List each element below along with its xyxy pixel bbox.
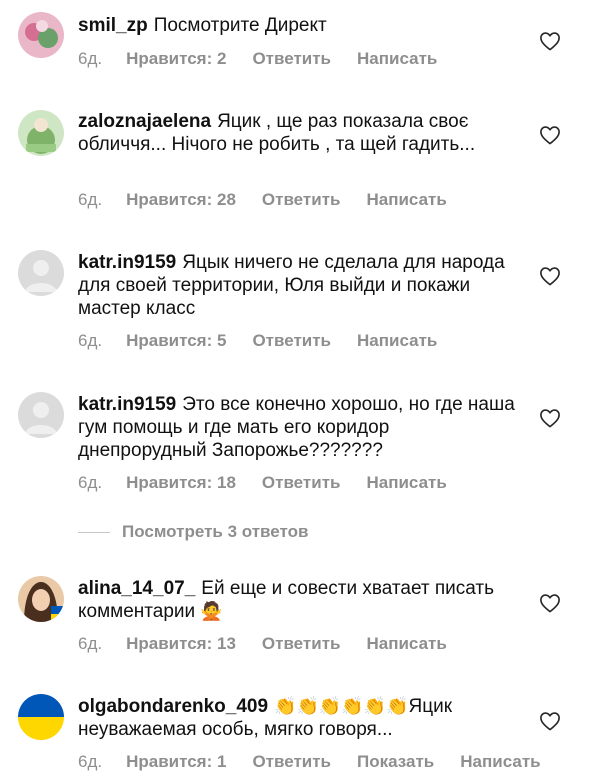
likes-count[interactable]: Нравится: 5	[126, 331, 226, 351]
avatar[interactable]	[18, 576, 64, 622]
comment-username[interactable]: katr.in9159	[78, 252, 176, 273]
like-heart-icon[interactable]	[539, 266, 561, 286]
comment-text: Посмотрите Директ	[153, 15, 327, 36]
message-button[interactable]: Написать	[366, 634, 446, 654]
comment-meta: 6д. Нравится: 1 Ответить Показать Написа…	[78, 752, 567, 772]
comment-age: 6д.	[78, 49, 103, 68]
reply-button[interactable]: Ответить	[252, 49, 331, 69]
message-button[interactable]: Написать	[366, 190, 446, 210]
view-replies-label: Посмотреть 3 ответов	[122, 522, 309, 541]
comment-body: katr.in9159 Яцык ничего не сделала для на…	[78, 251, 518, 320]
comment-meta: 6д. Нравится: 13 Ответить Написать	[78, 634, 473, 654]
comment-meta: 6д. Нравится: 2 Ответить Написать	[78, 49, 463, 69]
comment-meta: 6д. Нравится: 18 Ответить Написать	[78, 473, 473, 493]
comment-age: 6д.	[78, 752, 103, 771]
like-heart-icon[interactable]	[539, 31, 561, 51]
avatar[interactable]	[18, 110, 64, 156]
comment-age: 6д.	[78, 331, 103, 350]
avatar[interactable]	[18, 392, 64, 438]
comment-body: katr.in9159 Это все конечно хорошо, но гд…	[78, 393, 518, 462]
reply-button[interactable]: Ответить	[262, 634, 341, 654]
comment-age: 6д.	[78, 190, 103, 209]
comment-body: alina_14_07_ Ей еще и совести хватает пис…	[78, 577, 518, 623]
like-heart-icon[interactable]	[539, 125, 561, 145]
comment-meta: 6д. Нравится: 28 Ответить Написать	[78, 190, 473, 210]
reply-button[interactable]: Ответить	[262, 190, 341, 210]
replies-divider	[78, 531, 110, 533]
likes-count[interactable]: Нравится: 28	[126, 190, 236, 210]
show-button[interactable]: Показать	[357, 752, 434, 772]
likes-count[interactable]: Нравится: 2	[126, 49, 226, 69]
message-button[interactable]: Написать	[366, 473, 446, 493]
comment-username[interactable]: smil_zp	[78, 15, 148, 36]
like-heart-icon[interactable]	[539, 408, 561, 428]
avatar[interactable]	[18, 694, 64, 740]
comment-meta: 6д. Нравится: 5 Ответить Написать	[78, 331, 463, 351]
message-button[interactable]: Написать	[357, 49, 437, 69]
comment-age: 6д.	[78, 634, 103, 653]
comment-body: smil_zp Посмотрите Директ	[78, 14, 518, 37]
avatar[interactable]	[18, 250, 64, 296]
comments-feed: smil_zp Посмотрите Директ 6д. Нравится: 2…	[0, 0, 591, 777]
comment-age: 6д.	[78, 473, 103, 492]
reply-button[interactable]: Ответить	[262, 473, 341, 493]
likes-count[interactable]: Нравится: 13	[126, 634, 236, 654]
comment-username[interactable]: zaloznajaelena	[78, 111, 211, 132]
comment-username[interactable]: alina_14_07_	[78, 578, 195, 599]
like-heart-icon[interactable]	[539, 593, 561, 613]
likes-count[interactable]: Нравится: 1	[126, 752, 226, 772]
comment-body: olgabondarenko_409 👏👏👏👏👏👏Яцик неуважаемая…	[78, 695, 518, 741]
reply-button[interactable]: Ответить	[252, 331, 331, 351]
avatar[interactable]	[18, 12, 64, 58]
view-replies-button[interactable]: Посмотреть 3 ответов	[78, 522, 308, 542]
clapping-hands-emoji: 👏👏👏👏👏👏	[274, 696, 409, 717]
message-button[interactable]: Написать	[357, 331, 437, 351]
comment-username[interactable]: olgabondarenko_409	[78, 696, 268, 717]
comment-username[interactable]: katr.in9159	[78, 394, 176, 415]
like-heart-icon[interactable]	[539, 711, 561, 731]
likes-count[interactable]: Нравится: 18	[126, 473, 236, 493]
person-gesturing-no-emoji: 🙅	[200, 601, 223, 622]
comment-body: zaloznajaelena Яцик , ще раз показала сво…	[78, 110, 518, 156]
message-button[interactable]: Написать	[460, 752, 540, 772]
reply-button[interactable]: Ответить	[252, 752, 331, 772]
